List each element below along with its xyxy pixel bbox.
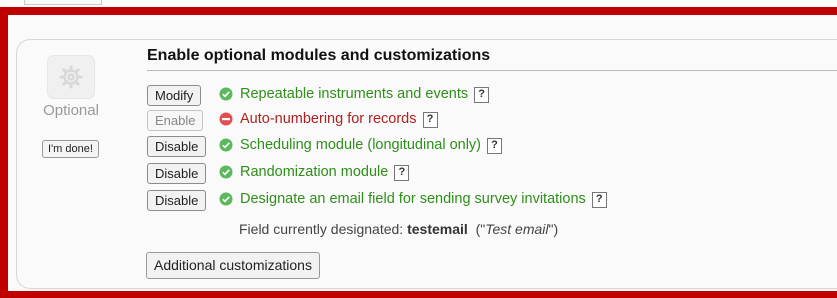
help-icon[interactable]: ? — [422, 112, 438, 128]
check-circle-icon — [219, 192, 233, 206]
check-circle-icon — [219, 87, 233, 101]
designated-field-name: testemail — [407, 221, 468, 237]
section-title: Enable optional modules and customizatio… — [147, 47, 491, 64]
quote-open: (" — [475, 221, 486, 237]
designated-field-label: Test email — [485, 221, 549, 237]
previous-button-edge[interactable] — [24, 0, 102, 5]
disable-email-field-button[interactable]: Disable — [147, 190, 207, 211]
disable-randomization-button[interactable]: Disable — [147, 163, 207, 184]
help-icon[interactable]: ? — [474, 87, 490, 103]
help-icon[interactable]: ? — [487, 138, 503, 154]
check-circle-icon — [219, 165, 233, 179]
module-label: Scheduling module (longitudinal only)? — [240, 137, 503, 154]
im-done-button[interactable]: I'm done! — [42, 140, 99, 158]
title-divider — [147, 70, 837, 71]
designated-email-field-info: Field currently designated: testemail ("… — [239, 221, 558, 237]
additional-customizations-button[interactable]: Additional customizations — [146, 252, 320, 279]
module-label: Repeatable instruments and events? — [240, 86, 490, 103]
enable-button[interactable]: Enable — [147, 110, 204, 131]
quote-close: ") — [548, 221, 559, 237]
module-label: Randomization module? — [240, 164, 410, 181]
optional-modules-panel: Optional I'm done! Enable optional modul… — [16, 39, 837, 289]
minus-circle-icon — [219, 112, 233, 126]
modify-button[interactable]: Modify — [147, 85, 202, 106]
module-label: Designate an email field for sending sur… — [240, 191, 607, 208]
module-label: Auto-numbering for records? — [240, 111, 438, 128]
highlight-frame: Optional I'm done! Enable optional modul… — [0, 7, 837, 298]
help-icon[interactable]: ? — [394, 165, 410, 181]
help-icon[interactable]: ? — [591, 192, 607, 208]
step-label: Optional — [43, 102, 99, 119]
check-circle-icon — [219, 138, 233, 152]
disable-scheduling-button[interactable]: Disable — [147, 136, 207, 157]
designated-field-prefix: Field currently designated: — [239, 221, 404, 237]
gear-icon — [47, 55, 95, 99]
